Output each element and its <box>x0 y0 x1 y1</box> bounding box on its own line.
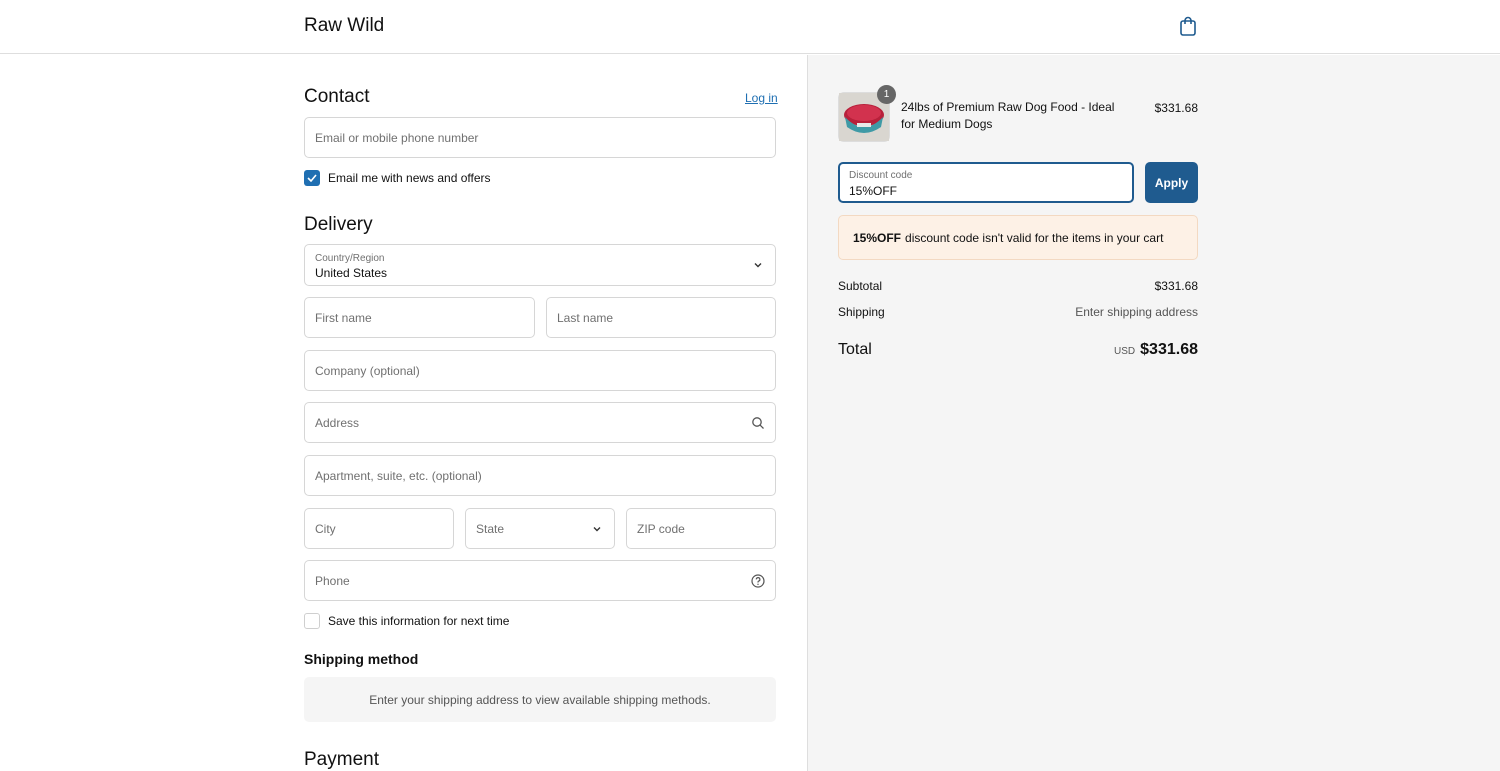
total-currency: USD <box>1114 346 1136 357</box>
country-label: Country/Region <box>315 253 385 264</box>
company-field[interactable]: Company (optional) <box>304 350 776 391</box>
state-placeholder: State <box>476 521 505 536</box>
delivery-heading: Delivery <box>304 214 373 235</box>
chevron-down-icon <box>593 526 601 531</box>
shipping-label: Shipping <box>838 305 885 319</box>
search-icon <box>752 416 764 429</box>
shipping-method-message: Enter your shipping address to view avai… <box>304 677 776 722</box>
total-value: $331.68 <box>1140 341 1198 358</box>
zip-field[interactable]: ZIP code <box>626 508 776 549</box>
apartment-placeholder: Apartment, suite, etc. (optional) <box>315 468 482 483</box>
company-placeholder: Company (optional) <box>315 363 420 378</box>
city-placeholder: City <box>315 521 336 536</box>
discount-error-message: 15%OFF discount code isn't valid for the… <box>838 215 1198 260</box>
discount-error-text: discount code isn't valid for the items … <box>905 230 1164 245</box>
apartment-field[interactable]: Apartment, suite, etc. (optional) <box>304 455 776 496</box>
email-field[interactable]: Email or mobile phone number <box>304 117 776 158</box>
news-checkbox[interactable] <box>304 170 320 186</box>
save-info-checkbox[interactable] <box>304 613 320 629</box>
discount-code-field[interactable]: Discount code 15%OFF <box>838 162 1134 203</box>
first-name-placeholder: First name <box>315 310 372 325</box>
header: Raw Wild <box>0 0 1500 54</box>
product-name: 24lbs of Premium Raw Dog Food - Ideal fo… <box>901 100 1115 131</box>
email-placeholder: Email or mobile phone number <box>315 130 479 145</box>
last-name-field[interactable]: Last name <box>546 297 776 338</box>
last-name-placeholder: Last name <box>557 310 614 325</box>
total-row: Total USD $331.68 <box>838 341 1198 359</box>
apply-discount-button[interactable]: Apply <box>1145 162 1198 203</box>
chevron-down-icon <box>754 263 762 268</box>
news-checkbox-label: Email me with news and offers <box>328 171 491 185</box>
phone-field[interactable]: Phone <box>304 560 776 601</box>
login-link[interactable]: Log in <box>745 91 778 105</box>
zip-placeholder: ZIP code <box>637 521 685 536</box>
shipping-method-heading: Shipping method <box>304 651 419 667</box>
save-info-label: Save this information for next time <box>328 614 510 628</box>
payment-heading: Payment <box>304 749 379 770</box>
shipping-value: Enter shipping address <box>1075 305 1198 319</box>
news-checkbox-row[interactable]: Email me with news and offers <box>304 170 491 186</box>
shopping-bag-icon[interactable] <box>1178 15 1198 37</box>
check-icon <box>307 174 317 182</box>
state-select[interactable]: State <box>465 508 615 549</box>
subtotal-row: Subtotal $331.68 <box>838 279 1198 293</box>
country-select[interactable]: Country/Region United States <box>304 244 776 286</box>
address-field[interactable]: Address <box>304 402 776 443</box>
discount-code-label: Discount code <box>849 170 913 181</box>
shipping-row: Shipping Enter shipping address <box>838 305 1198 319</box>
country-value: United States <box>315 266 388 280</box>
address-placeholder: Address <box>315 415 360 430</box>
subtotal-label: Subtotal <box>838 279 883 293</box>
shipping-method-text: Enter your shipping address to view avai… <box>369 692 711 707</box>
city-field[interactable]: City <box>304 508 454 549</box>
first-name-field[interactable]: First name <box>304 297 535 338</box>
help-icon[interactable] <box>751 573 765 588</box>
total-label: Total <box>838 341 872 358</box>
subtotal-value: $331.68 <box>1154 279 1198 293</box>
product-quantity-badge: 1 <box>877 85 896 104</box>
discount-code-value: 15%OFF <box>849 184 898 198</box>
discount-error-code: 15%OFF <box>853 230 902 245</box>
contact-heading: Contact <box>304 86 370 107</box>
store-logo[interactable]: Raw Wild <box>304 15 384 37</box>
save-info-row[interactable]: Save this information for next time <box>304 613 509 629</box>
phone-placeholder: Phone <box>315 573 350 588</box>
product-price: $331.68 <box>1154 101 1198 115</box>
